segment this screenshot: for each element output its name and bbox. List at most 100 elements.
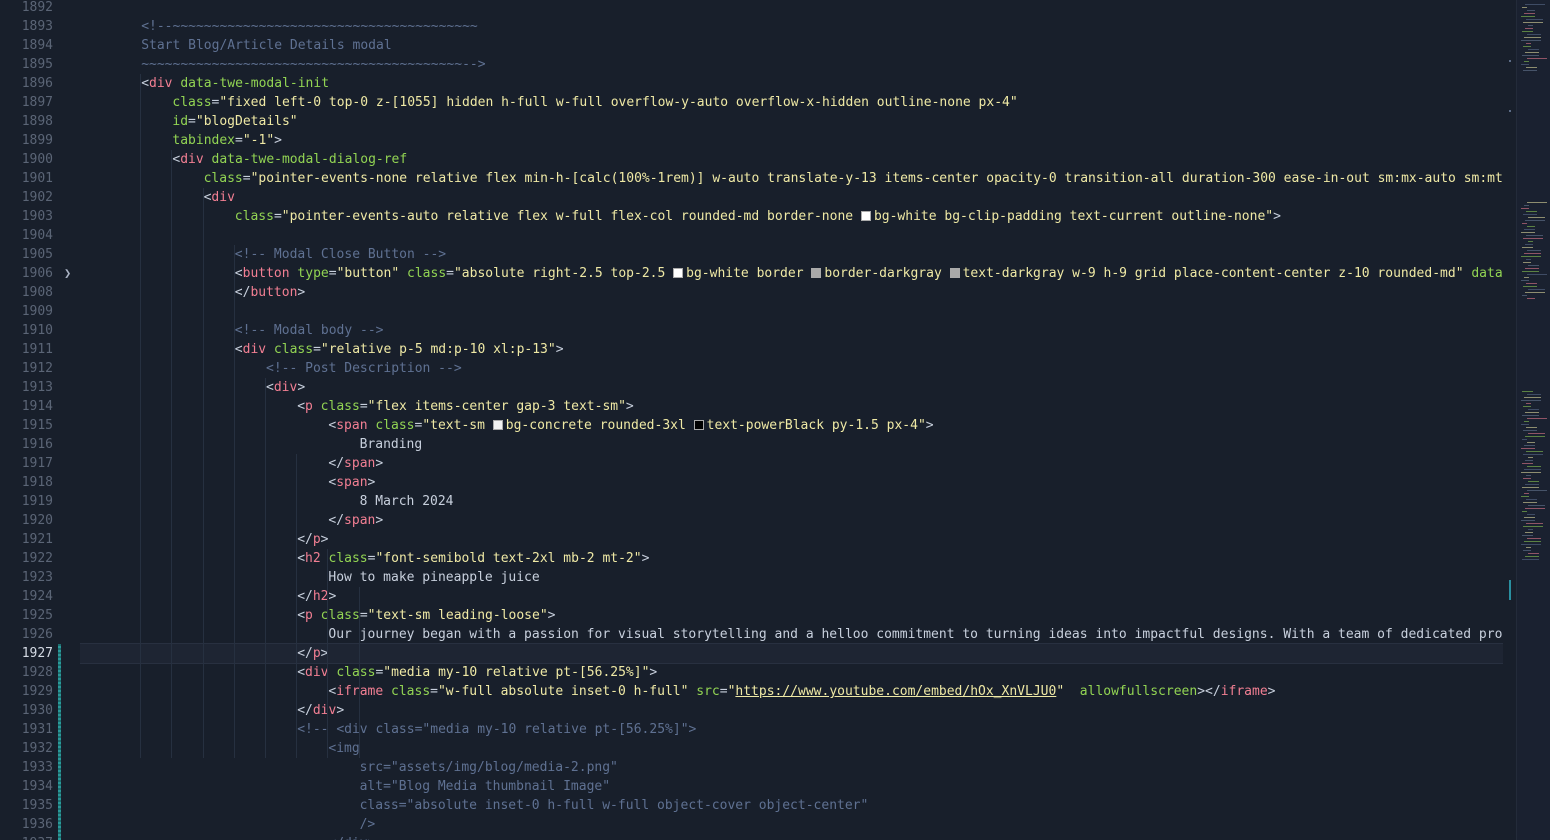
code-area[interactable]: <!--~~~~~~~~~~~~~~~~~~~~~~~~~~~~~~~~~~~~… <box>80 0 1517 840</box>
minimap-line <box>1523 22 1543 23</box>
code-editor[interactable]: 1892 1893 1894 1895 1896 1897 1898 1899 1900 1901… <box>0 0 1550 840</box>
code-token: < <box>297 551 306 566</box>
git-change-indicator[interactable] <box>58 644 61 840</box>
code-token: > <box>555 342 564 357</box>
code-line[interactable]: </div> <box>80 834 1517 840</box>
code-line[interactable] <box>80 302 1517 321</box>
code-line[interactable]: <div> <box>80 378 1517 397</box>
code-line[interactable]: <!-- Modal body --> <box>80 321 1517 340</box>
minimap-line <box>1524 421 1529 422</box>
code-line[interactable]: Branding <box>80 435 1517 454</box>
minimap-line <box>1523 262 1531 263</box>
line-number: 1898 <box>21 114 53 129</box>
minimap-line <box>1526 235 1543 236</box>
code-token: </ <box>297 532 313 547</box>
code-line[interactable]: <p class="flex items-center gap-3 text-s… <box>80 397 1517 416</box>
code-token: "blogDetails" <box>195 114 298 129</box>
minimap-line <box>1523 502 1537 503</box>
code-token: div <box>180 152 204 167</box>
code-line[interactable]: <div <box>80 188 1517 207</box>
code-token: p <box>305 608 313 623</box>
line-number: 1910 <box>21 323 53 338</box>
code-line[interactable]: class="pointer-events-auto relative flex… <box>80 207 1517 226</box>
code-line[interactable]: <button type="button" class="absolute ri… <box>80 264 1517 283</box>
code-line[interactable]: <span class="text-sm bg-concrete rounded… <box>80 416 1517 435</box>
line-number: 1928 <box>21 665 53 680</box>
line-number: 1934 <box>21 779 53 794</box>
minimap-line <box>1525 508 1545 509</box>
line-number: 1921 <box>21 532 53 547</box>
code-line[interactable]: </button> <box>80 283 1517 302</box>
line-number: 1922 <box>21 551 53 566</box>
code-line[interactable]: class="pointer-events-none relative flex… <box>80 169 1517 188</box>
code-line[interactable]: <!-- Post Description --> <box>80 359 1517 378</box>
minimap-line <box>1527 466 1541 467</box>
color-swatch[interactable] <box>693 420 704 430</box>
code-token: /> <box>359 817 376 832</box>
code-token: iframe <box>336 684 384 699</box>
code-line[interactable]: class="absolute inset-0 h-full w-full ob… <box>80 796 1517 815</box>
line-number: 1924 <box>21 589 53 604</box>
code-line[interactable]: <!-- Modal Close Button --> <box>80 245 1517 264</box>
code-line[interactable] <box>80 0 1517 17</box>
minimap-line <box>1527 418 1547 419</box>
minimap-line <box>1522 535 1533 536</box>
code-line[interactable]: id="blogDetails" <box>80 112 1517 131</box>
code-token: "absolute right-2.5 top-2.5 <box>453 266 674 281</box>
color-swatch[interactable] <box>949 268 960 278</box>
minimap-line <box>1521 64 1529 65</box>
code-token: "media my-10 relative pt-[56.25%]" <box>383 665 650 680</box>
minimap-line <box>1523 478 1531 479</box>
code-line[interactable]: <div class="relative p-5 md:p-10 xl:p-13… <box>80 340 1517 359</box>
minimap-line <box>1523 454 1543 455</box>
code-line[interactable]: tabindex="-1"> <box>80 131 1517 150</box>
code-line[interactable]: /> <box>80 815 1517 834</box>
minimap-line <box>1523 238 1543 239</box>
code-token: > <box>367 475 376 490</box>
indent-guide <box>233 245 235 758</box>
code-token: span <box>344 513 376 528</box>
minimap-line <box>1522 7 1527 8</box>
code-token: class="absolute inset-0 h-full w-full ob… <box>359 798 869 813</box>
code-line[interactable]: <!--~~~~~~~~~~~~~~~~~~~~~~~~~~~~~~~~~~~~… <box>80 17 1517 36</box>
color-swatch[interactable] <box>673 268 684 278</box>
code-token: h2 <box>305 551 321 566</box>
code-token: class <box>383 684 431 699</box>
color-swatch[interactable] <box>492 420 503 430</box>
minimap-line <box>1524 517 1535 518</box>
code-token: text-darkgray w-9 h-9 grid place-content… <box>962 266 1464 281</box>
code-line[interactable] <box>80 226 1517 245</box>
color-swatch[interactable] <box>860 211 871 221</box>
code-line[interactable]: alt="Blog Media thumbnail Image" <box>80 777 1517 796</box>
line-number: 1912 <box>21 361 53 376</box>
code-token: > <box>1273 209 1281 224</box>
code-token: How to make pineapple juice <box>328 570 540 585</box>
color-swatch[interactable] <box>811 268 822 278</box>
indent-guide <box>296 454 298 758</box>
code-token: alt="Blog Media thumbnail Image" <box>359 779 611 794</box>
chevron-right-icon[interactable]: ❯ <box>64 264 74 283</box>
code-token: src <box>688 684 720 699</box>
code-line[interactable]: ~~~~~~~~~~~~~~~~~~~~~~~~~~~~~~~~~~~~~~~~… <box>80 55 1517 74</box>
code-token: text-powerBlack py-1.5 px-4" <box>706 418 926 433</box>
code-line[interactable]: Start Blog/Article Details modal <box>80 36 1517 55</box>
minimap-line <box>1527 490 1547 491</box>
minimap[interactable] <box>1516 0 1550 840</box>
code-line[interactable]: src="assets/img/blog/media-2.png" <box>80 758 1517 777</box>
minimap-line <box>1524 397 1541 398</box>
minimap-line <box>1528 481 1539 482</box>
minimap-line <box>1525 532 1533 533</box>
code-token: h2 <box>312 589 329 604</box>
minimap-line <box>1524 493 1529 494</box>
code-token: class <box>367 418 415 433</box>
code-line[interactable]: class="fixed left-0 top-0 z-[1055] hidde… <box>80 93 1517 112</box>
vertical-scrollbar[interactable] <box>1503 0 1517 840</box>
line-number: 1897 <box>21 95 53 110</box>
minimap-line <box>1525 28 1533 29</box>
minimap-line <box>1525 484 1539 485</box>
minimap-line <box>1522 439 1527 440</box>
code-line[interactable]: <div data-twe-modal-dialog-ref <box>80 150 1517 169</box>
minimap-line <box>1526 43 1531 44</box>
code-line[interactable]: <div data-twe-modal-init <box>80 74 1517 93</box>
code-token: "font-semibold text-2xl mb-2 mt-2" <box>375 551 642 566</box>
